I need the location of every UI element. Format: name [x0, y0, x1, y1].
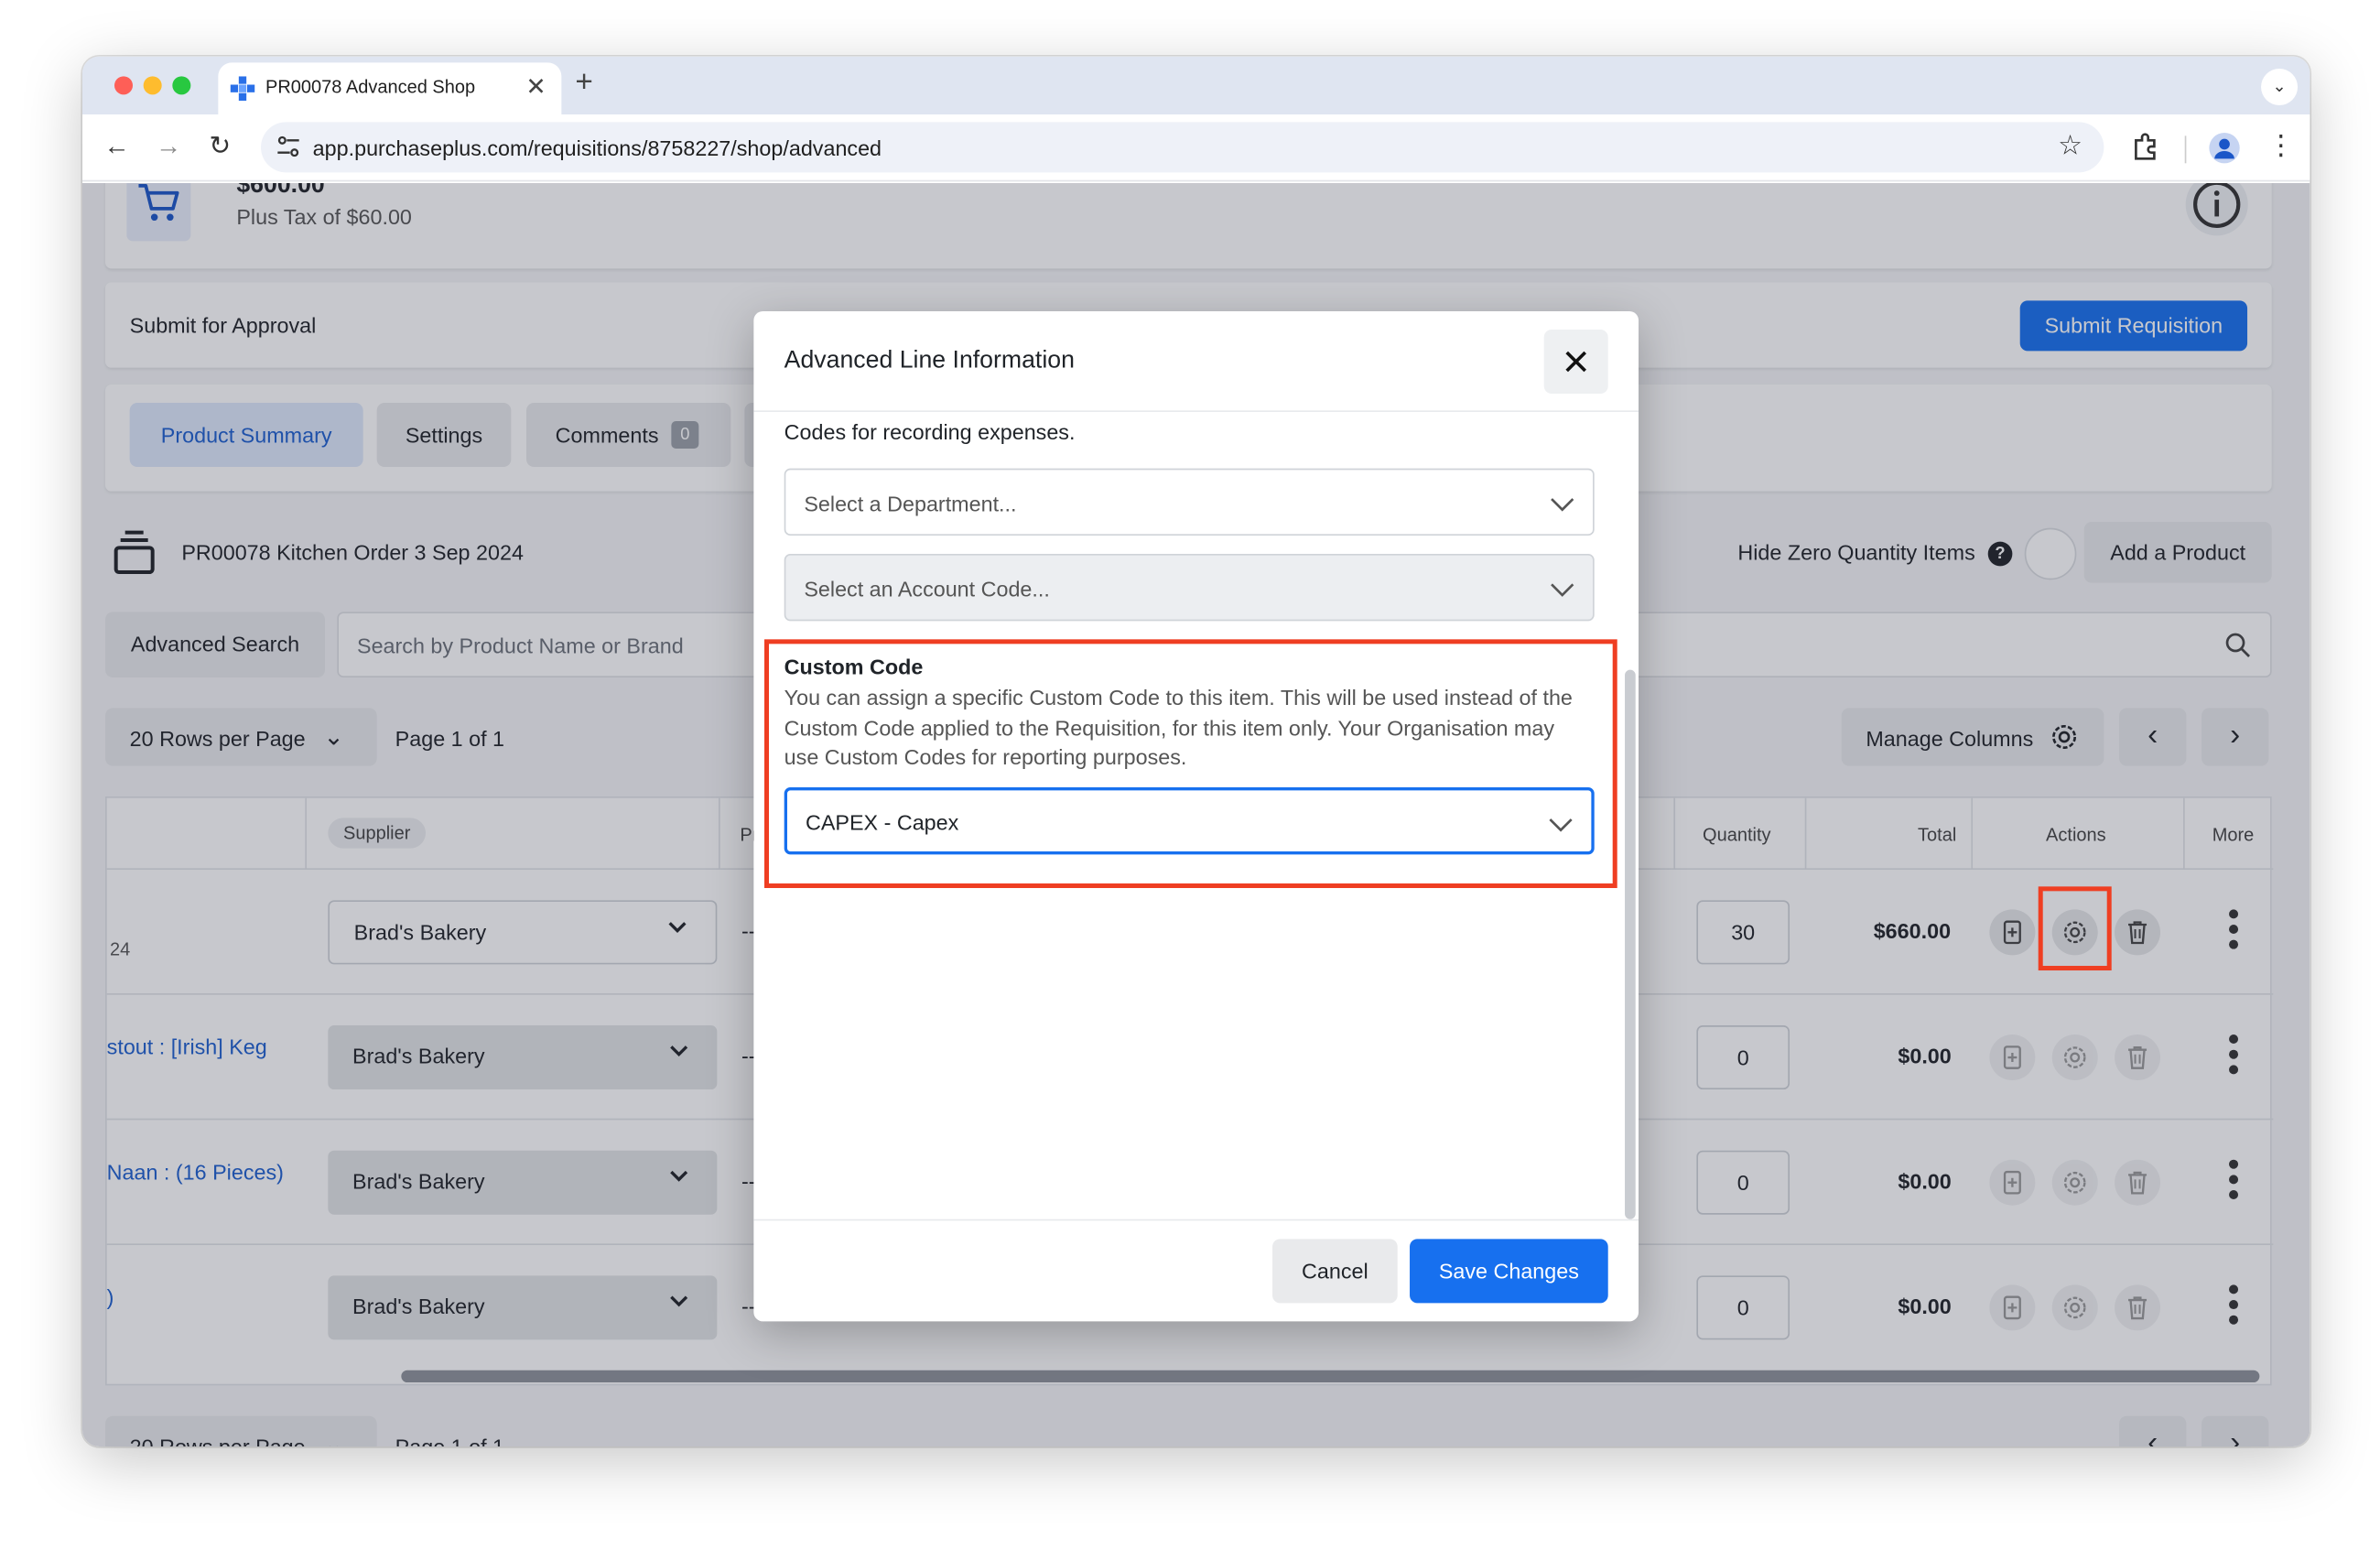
- close-icon: [1565, 351, 1586, 373]
- chevron-down-icon: [1551, 583, 1574, 597]
- gear-highlight-box: [2038, 886, 2112, 971]
- maximize-window-button[interactable]: [172, 76, 191, 95]
- close-window-button[interactable]: [114, 76, 134, 95]
- browser-menu-icon[interactable]: ⋮: [2267, 130, 2295, 162]
- extensions-puzzle-icon[interactable]: [2130, 131, 2160, 161]
- forward-arrow-icon[interactable]: →: [156, 131, 181, 161]
- browser-tab[interactable]: PR00078 Advanced Shop ✕: [218, 62, 562, 115]
- account-code-placeholder: Select an Account Code...: [804, 577, 1050, 601]
- profile-avatar-icon[interactable]: [2209, 133, 2240, 164]
- save-changes-button[interactable]: Save Changes: [1410, 1239, 1608, 1304]
- tab-bar: PR00078 Advanced Shop ✕ + ⌄: [82, 56, 2310, 115]
- modal-header: Advanced Line Information: [753, 311, 1639, 413]
- department-placeholder: Select a Department...: [804, 491, 1017, 516]
- address-bar[interactable]: app.purchaseplus.com/requisitions/875822…: [261, 122, 2104, 173]
- reload-icon[interactable]: ↻: [209, 131, 231, 161]
- chevron-down-icon: [1551, 498, 1574, 512]
- codes-description: Codes for recording expenses.: [784, 419, 1076, 445]
- modal-footer: Cancel Save Changes: [753, 1219, 1639, 1322]
- account-code-select[interactable]: Select an Account Code...: [784, 554, 1595, 622]
- url-text: app.purchaseplus.com/requisitions/875822…: [312, 135, 882, 161]
- new-tab-button[interactable]: +: [575, 66, 592, 101]
- tab-title: PR00078 Advanced Shop: [265, 76, 476, 98]
- close-modal-button[interactable]: [1543, 330, 1608, 395]
- close-tab-icon[interactable]: ✕: [525, 71, 546, 102]
- minimize-window-button[interactable]: [143, 76, 162, 95]
- advanced-line-information-modal: Advanced Line Information Codes for reco…: [753, 311, 1639, 1322]
- back-arrow-icon[interactable]: ←: [103, 131, 129, 161]
- browser-window: PR00078 Advanced Shop ✕ + ⌄ ← → ↻ app.pu…: [82, 56, 2310, 1447]
- bookmark-star-icon[interactable]: ☆: [2058, 130, 2082, 162]
- site-settings-icon[interactable]: [276, 135, 301, 159]
- page-content: $600.00 Plus Tax of $60.00 Submit for Ap…: [82, 183, 2310, 1447]
- tab-search-chevron-icon[interactable]: ⌄: [2261, 69, 2299, 106]
- department-select[interactable]: Select a Department...: [784, 468, 1595, 536]
- modal-title: Advanced Line Information: [784, 348, 1075, 374]
- address-bar-row: ← → ↻ app.purchaseplus.com/requisitions/…: [82, 114, 2310, 182]
- toolbar-divider: [2184, 135, 2187, 164]
- cancel-button[interactable]: Cancel: [1272, 1239, 1398, 1304]
- purchaseplus-favicon-icon: [230, 76, 255, 102]
- modal-scrollbar[interactable]: [1625, 669, 1636, 1219]
- custom-code-highlight-box: [764, 639, 1617, 889]
